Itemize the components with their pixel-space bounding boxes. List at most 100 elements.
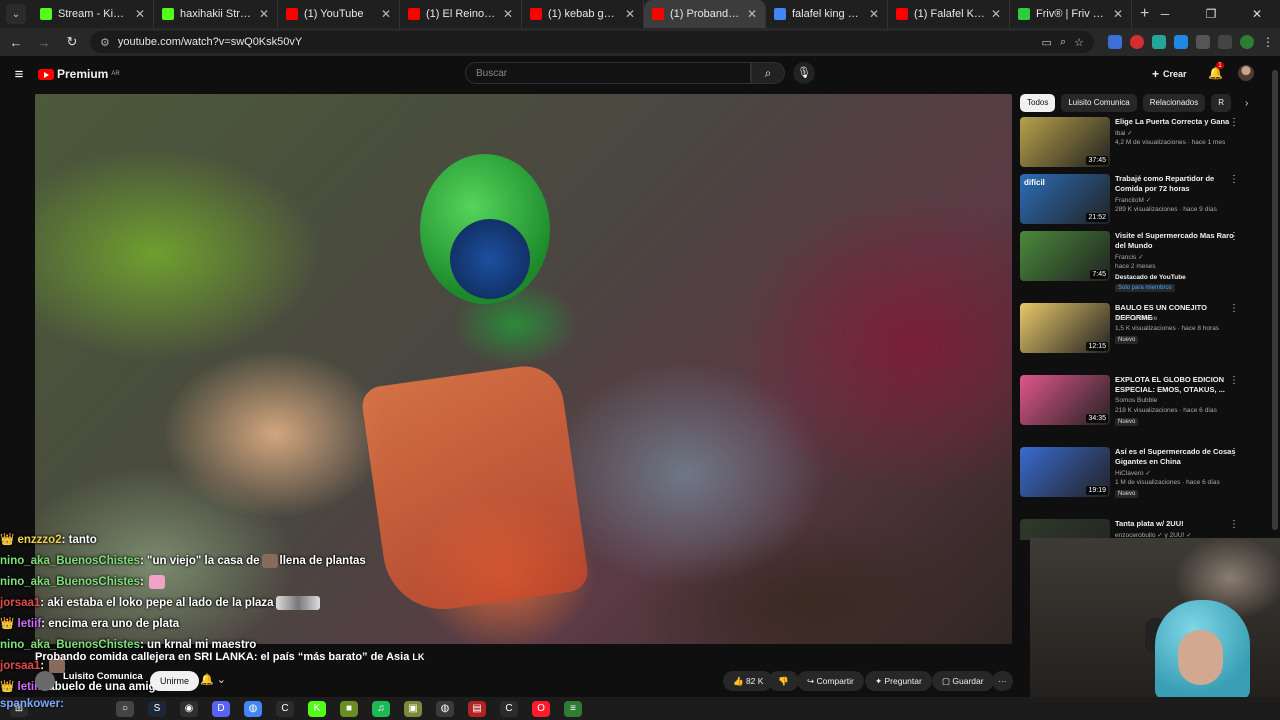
youtube-premium-logo[interactable]: Premium AR <box>38 67 120 81</box>
video-thumbnail[interactable]: 12:15 <box>1020 303 1110 353</box>
zoom-icon[interactable]: ⌕ <box>1060 36 1066 49</box>
search-icon[interactable]: ○ <box>116 700 134 717</box>
recommendation-channel[interactable]: Ibai ✓ <box>1115 129 1245 137</box>
recommendation-item[interactable]: 2:55Tanta plata w/ 2UU!enzocerobullo ✓ y… <box>1020 519 1265 540</box>
obs-icon[interactable]: ◉ <box>180 700 198 717</box>
kebab-menu-icon[interactable]: ⋮ <box>1229 303 1239 314</box>
discord-icon[interactable]: D <box>212 700 230 717</box>
browser-tab[interactable]: falafel king game - B ✕ <box>766 0 888 28</box>
chip-more[interactable]: R <box>1211 94 1231 112</box>
browser-tab[interactable]: Stream - Kick Dashbo ✕ <box>32 0 154 28</box>
chip-channel[interactable]: Luisito Comunica <box>1061 94 1137 112</box>
stack-icon[interactable]: ≡ <box>564 700 582 717</box>
recommendation-channel[interactable]: FrancitoM ✓ <box>1115 196 1245 204</box>
recommendation-item[interactable]: 7:45 Visite el Supermercado Mas Raro del … <box>1020 231 1265 301</box>
tab-close-icon[interactable]: ✕ <box>259 7 269 21</box>
more-actions-button[interactable]: ··· <box>992 671 1013 691</box>
recommendation-item[interactable]: difícil 21:52 Trabajé como Repartidor de C… <box>1020 174 1265 229</box>
tab-close-icon[interactable]: ✕ <box>991 7 1001 21</box>
browser-tab[interactable]: (1) YouTube ✕ <box>278 0 400 28</box>
recommendation-channel[interactable]: Francis ✓ <box>1115 253 1245 261</box>
recommendation-item[interactable]: 12:15 BAULO ES UN CONEJITO DEFORME baulo a… <box>1020 303 1265 373</box>
recommendation-title[interactable]: EXPLOTA EL GLOBO EDICION ESPECIAL: EMOS,… <box>1115 375 1240 395</box>
avatar[interactable] <box>1238 65 1254 81</box>
extension-icon[interactable] <box>1152 35 1166 49</box>
tab-close-icon[interactable]: ✕ <box>747 7 757 21</box>
kebab-menu-icon[interactable]: ⋮ <box>1229 174 1239 185</box>
chip-todos[interactable]: Todos <box>1020 94 1056 112</box>
recommendation-channel[interactable]: baulo anakeve <box>1115 315 1245 322</box>
kebab-menu-icon[interactable]: ⋮ <box>1229 447 1239 458</box>
app-icon[interactable]: ▣ <box>404 700 422 717</box>
browser-tab[interactable]: (1) kebab game stree ✕ <box>522 0 644 28</box>
recommendation-title[interactable]: Elige La Puerta Correcta y Gana <box>1115 117 1240 127</box>
reload-icon[interactable]: ↻ <box>62 34 82 50</box>
steam-icon[interactable]: S <box>148 700 166 717</box>
recommendation-item[interactable]: 34:35 EXPLOTA EL GLOBO EDICION ESPECIAL: … <box>1020 375 1265 445</box>
kebab-menu-icon[interactable]: ⋮ <box>1262 35 1274 49</box>
kebab-menu-icon[interactable]: ⋮ <box>1229 375 1239 386</box>
search-input[interactable]: Buscar <box>465 62 751 84</box>
tv-icon[interactable]: ▤ <box>468 700 486 717</box>
ccleaner-icon[interactable]: C <box>276 700 294 717</box>
tab-close-icon[interactable]: ✕ <box>503 7 513 21</box>
profile-icon[interactable] <box>1240 35 1254 49</box>
extension-icon[interactable] <box>1108 35 1122 49</box>
extension-icon[interactable] <box>1130 35 1144 49</box>
media-icon[interactable] <box>1218 35 1232 49</box>
url-field[interactable]: ⚙ youtube.com/watch?v=swQ0Ksk50vY ▭ ⌕ ☆ <box>90 31 1094 53</box>
channel-name[interactable]: Luisito Comunica <box>63 671 143 682</box>
tab-search-icon[interactable]: ⌄ <box>6 4 26 24</box>
minimize-button[interactable]: ─ <box>1142 7 1188 21</box>
puzzle-icon[interactable] <box>1196 35 1210 49</box>
recommendation-title[interactable]: Visite el Supermercado Mas Raro del Mund… <box>1115 231 1240 251</box>
forward-icon[interactable]: → <box>34 35 54 50</box>
video-thumbnail[interactable]: 2:55 <box>1020 519 1110 540</box>
dislike-button[interactable]: 👎 <box>768 671 799 691</box>
notifications-bell-icon[interactable]: 🔔 1 <box>1208 62 1224 80</box>
browser-tab[interactable]: haxihakii Stream - W ✕ <box>154 0 278 28</box>
opera-icon[interactable]: O <box>532 700 550 717</box>
tab-close-icon[interactable]: ✕ <box>869 7 879 21</box>
chevron-right-icon[interactable]: › <box>1245 98 1248 109</box>
tab-close-icon[interactable]: ✕ <box>135 7 145 21</box>
recommendation-title[interactable]: Tanta plata w/ 2UU! <box>1115 519 1240 529</box>
close-window-button[interactable]: ✕ <box>1234 7 1280 21</box>
chrome-active-icon[interactable]: ◍ <box>436 700 454 717</box>
hamburger-menu-icon[interactable]: ≡ <box>0 66 38 83</box>
cast-icon[interactable]: ▭ <box>1042 36 1052 49</box>
recommendation-item[interactable]: 19:19 Así es el Supermercado de Cosas Gig… <box>1020 447 1265 517</box>
video-thumbnail[interactable]: difícil 21:52 <box>1020 174 1110 224</box>
kebab-menu-icon[interactable]: ⋮ <box>1229 231 1239 242</box>
save-button[interactable]: ▢ Guardar <box>932 671 994 691</box>
chip-related[interactable]: Relacionados <box>1142 94 1206 112</box>
channel-avatar[interactable] <box>35 671 55 691</box>
bookmark-star-icon[interactable]: ☆ <box>1074 36 1084 49</box>
ccleaner2-icon[interactable]: C <box>500 700 518 717</box>
tab-close-icon[interactable]: ✕ <box>1113 7 1123 21</box>
browser-tab[interactable]: (1) El Reino de los Enc ✕ <box>400 0 522 28</box>
chrome-icon[interactable]: ◍ <box>244 700 262 717</box>
subscription-bell-icon[interactable]: 🔔 ⌄ <box>200 673 226 686</box>
like-button[interactable]: 👍 82 K <box>723 671 774 691</box>
scrollbar[interactable] <box>1272 70 1278 530</box>
recommendation-item[interactable]: 37:45 Elige La Puerta Correcta y Gana Ibai… <box>1020 117 1265 172</box>
create-button[interactable]: + Crear <box>1152 64 1187 84</box>
video-thumbnail[interactable]: 7:45 <box>1020 231 1110 281</box>
ask-button[interactable]: ✦ Preguntar <box>865 671 932 691</box>
recommendation-title[interactable]: Así es el Supermercado de Cosas Gigantes… <box>1115 447 1240 467</box>
browser-tab[interactable]: (1) Falafel King flash g ✕ <box>888 0 1010 28</box>
tab-close-icon[interactable]: ✕ <box>625 7 635 21</box>
search-icon[interactable]: ⌕ <box>751 62 785 84</box>
browser-tab[interactable]: Friv® | Friv Classic Ga ✕ <box>1010 0 1132 28</box>
video-thumbnail[interactable]: 19:19 <box>1020 447 1110 497</box>
kebab-menu-icon[interactable]: ⋮ <box>1229 519 1239 530</box>
recommendation-channel[interactable]: HiClavero ✓ <box>1115 469 1245 477</box>
video-thumbnail[interactable]: 34:35 <box>1020 375 1110 425</box>
spotify-icon[interactable]: ♫ <box>372 700 390 717</box>
minecraft-icon[interactable]: ■ <box>340 700 358 717</box>
microphone-icon[interactable]: 🎙 <box>793 62 815 84</box>
site-info-icon[interactable]: ⚙ <box>100 36 110 49</box>
extension-icon[interactable] <box>1174 35 1188 49</box>
recommendation-title[interactable]: Trabajé como Repartidor de Comida por 72… <box>1115 174 1240 194</box>
